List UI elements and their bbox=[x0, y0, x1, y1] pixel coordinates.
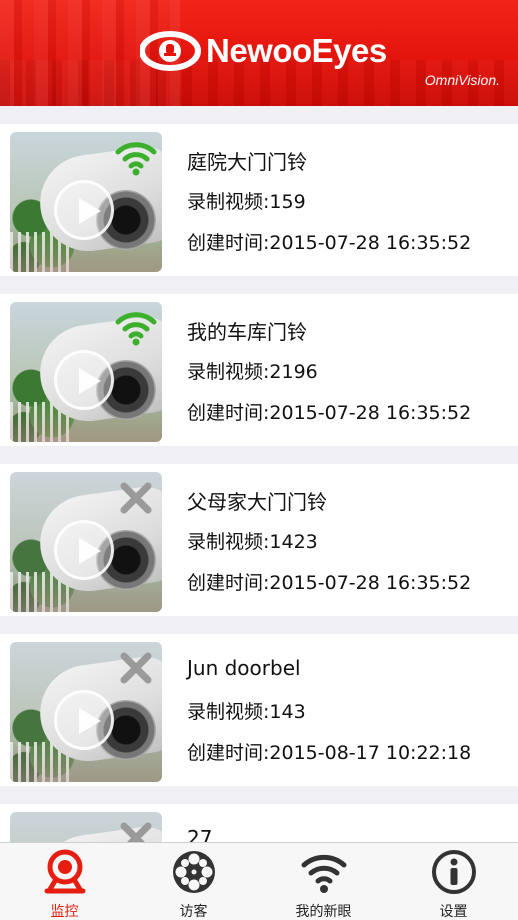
tab-bar: 监控 访客 我的新眼 设置 bbox=[0, 842, 518, 920]
app-header: NewooEyes OmniVision. bbox=[0, 0, 518, 106]
created-time: 创建时间:2015-07-28 16:35:52 bbox=[187, 572, 472, 594]
device-name: 27 bbox=[187, 826, 213, 842]
device-thumbnail[interactable] bbox=[10, 132, 162, 272]
created-time: 创建时间:2015-07-28 16:35:52 bbox=[187, 402, 472, 424]
device-list[interactable]: 庭院大门门铃 录制视频:159 创建时间:2015-07-28 16:35:52… bbox=[0, 106, 518, 842]
recording-count: 录制视频:143 bbox=[187, 701, 306, 723]
close-icon bbox=[120, 822, 152, 842]
recording-count: 录制视频:159 bbox=[187, 191, 306, 213]
play-icon[interactable] bbox=[54, 690, 114, 750]
device-name: 父母家大门门铃 bbox=[187, 490, 327, 514]
monitor-icon bbox=[44, 849, 85, 894]
device-card[interactable]: 庭院大门门铃 录制视频:159 创建时间:2015-07-28 16:35:52 bbox=[0, 124, 518, 276]
logo-eye-icon bbox=[140, 31, 201, 71]
recording-count: 录制视频:1423 bbox=[187, 531, 318, 553]
device-thumbnail[interactable] bbox=[10, 642, 162, 782]
device-card[interactable]: 父母家大门门铃 录制视频:1423 创建时间:2015-07-28 16:35:… bbox=[0, 464, 518, 616]
info-icon bbox=[431, 850, 476, 894]
device-card[interactable]: 27 bbox=[0, 804, 518, 842]
created-time: 创建时间:2015-08-17 10:22:18 bbox=[187, 742, 472, 764]
tab-my-eyes[interactable]: 我的新眼 bbox=[259, 843, 388, 920]
device-name: 我的车库门铃 bbox=[187, 320, 307, 344]
play-icon[interactable] bbox=[54, 180, 114, 240]
device-name: 庭院大门门铃 bbox=[187, 150, 307, 174]
created-time: 创建时间:2015-07-28 16:35:52 bbox=[187, 232, 472, 254]
device-card[interactable]: Jun doorbel 录制视频:143 创建时间:2015-08-17 10:… bbox=[0, 634, 518, 786]
tab-label: 访客 bbox=[179, 904, 208, 920]
close-icon bbox=[120, 652, 152, 684]
play-icon[interactable] bbox=[54, 350, 114, 410]
device-card[interactable]: 我的车库门铃 录制视频:2196 创建时间:2015-07-28 16:35:5… bbox=[0, 294, 518, 446]
tab-label: 我的新眼 bbox=[295, 904, 352, 920]
tab-label: 监控 bbox=[50, 904, 79, 920]
device-thumbnail[interactable] bbox=[10, 302, 162, 442]
app-logo: NewooEyes bbox=[140, 26, 387, 76]
recording-count: 录制视频:2196 bbox=[187, 361, 318, 383]
brand-subtitle: OmniVision. bbox=[424, 72, 500, 88]
tab-monitor[interactable]: 监控 bbox=[0, 843, 129, 920]
wifi-icon bbox=[301, 854, 346, 893]
device-thumbnail[interactable] bbox=[10, 812, 162, 842]
play-icon[interactable] bbox=[54, 520, 114, 580]
logo-text: NewooEyes bbox=[206, 32, 387, 69]
tab-settings[interactable]: 设置 bbox=[389, 843, 518, 920]
wifi-icon bbox=[115, 312, 157, 346]
close-icon bbox=[120, 482, 152, 514]
tab-label: 设置 bbox=[439, 904, 468, 920]
wifi-icon bbox=[115, 142, 157, 176]
device-thumbnail[interactable] bbox=[10, 472, 162, 612]
film-reel-icon bbox=[172, 851, 215, 893]
device-name: Jun doorbel bbox=[187, 656, 301, 680]
tab-visitors[interactable]: 访客 bbox=[129, 843, 258, 920]
